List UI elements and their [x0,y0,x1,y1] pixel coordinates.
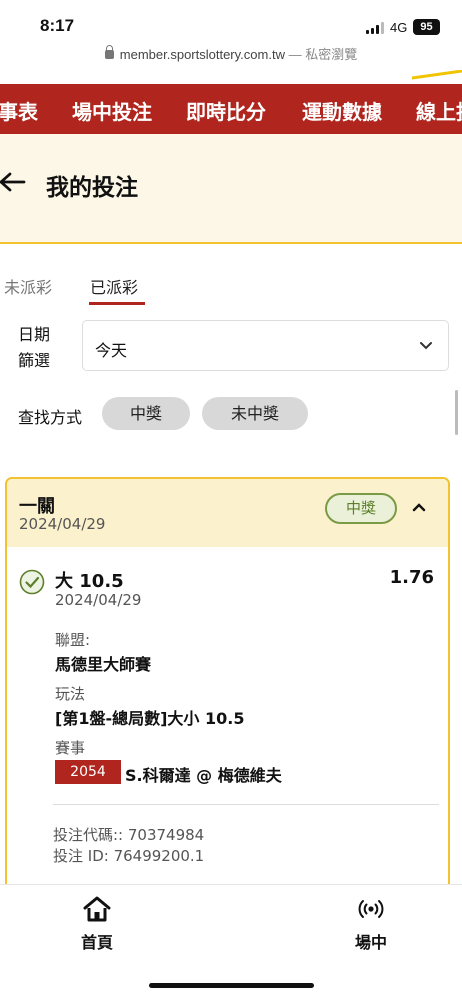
search-method-label: 查找方式 [18,408,83,427]
selection-date: 2024/04/29 [55,591,142,609]
chevron-down-icon [420,342,432,350]
bet-id: 投注 ID: 76499200.1 [53,847,205,865]
main-nav: 事表 場中投注 即時比分 運動數據 線上投 [0,84,462,134]
tab-unsettled[interactable]: 未派彩 [4,274,52,298]
top-banner-edge [0,70,462,84]
filter-chip-lose[interactable]: 未中獎 [202,397,308,430]
date-filter-select[interactable]: 今天 [82,320,449,371]
event-code-badge: 2054 [55,760,121,784]
url-text: member.sportslottery.com.tw [119,47,285,62]
nav-item-schedule[interactable]: 事表 [0,96,38,125]
date-filter-label: 日期篩選 [18,325,51,370]
scrollbar[interactable] [455,390,458,435]
battery-icon: 95 [413,19,440,35]
status-time: 8:17 [40,16,75,35]
page-title: 我的投注 [46,175,138,201]
chevron-up-icon[interactable] [412,502,426,512]
play-type-label: 玩法 [55,685,86,703]
nav-item-online[interactable]: 線上投 [416,96,462,125]
broadcast-icon [358,900,384,918]
address-bar[interactable]: member.sportslottery.com.tw — 私密瀏覽 [0,44,462,70]
home-indicator [149,983,314,988]
tab-live-label: 場中 [354,933,387,952]
tab-settled[interactable]: 已派彩 [90,274,138,298]
league-label: 聯盟: [55,631,91,649]
nav-item-live-score[interactable]: 即時比分 [186,96,266,125]
result-badge: 中獎 [325,493,397,524]
bet-code: 投注代碼:: 70374984 [53,826,205,844]
page-header: 我的投注 [0,134,462,244]
lock-icon [104,45,114,59]
status-bar: 8:17 4G 95 [0,0,462,42]
private-mode-label: — 私密瀏覽 [288,47,358,62]
bet-date: 2024/04/29 [19,515,106,533]
bet-selection: 大 10.5 [55,571,124,592]
event-label: 賽事 [55,739,86,757]
tab-home-label: 首頁 [80,933,113,952]
nav-item-live-betting[interactable]: 場中投注 [72,96,152,125]
date-filter-value: 今天 [95,341,128,360]
league-value: 馬德里大師賽 [55,655,152,674]
event-name: S.科爾達 @ 梅德維夫 [125,766,282,785]
back-arrow-icon[interactable] [0,171,26,193]
home-icon [83,896,111,922]
check-circle-icon [19,569,45,595]
nav-item-sports-data[interactable]: 運動數據 [302,96,382,125]
filter-chip-win[interactable]: 中獎 [102,397,190,430]
bet-odds: 1.76 [389,567,434,588]
tab-live[interactable]: 場中 [326,895,416,953]
network-label: 4G [390,20,408,35]
active-tab-indicator [89,302,145,305]
bet-card: 一關 2024/04/29 中獎 大 10.5 2024/04/29 1.76 … [5,477,450,917]
bet-card-header[interactable]: 一關 2024/04/29 中獎 [7,479,448,547]
play-type-value: [第1盤-總局數]大小 10.5 [55,709,245,728]
signal-icon [366,22,386,34]
divider [53,804,439,805]
tab-home[interactable]: 首頁 [52,895,142,953]
